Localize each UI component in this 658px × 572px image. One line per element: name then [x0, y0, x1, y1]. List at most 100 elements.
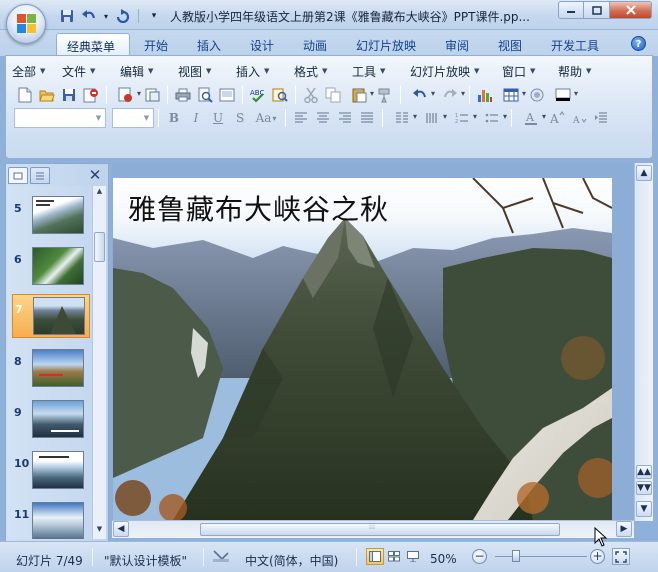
new-document-icon[interactable] [14, 85, 36, 105]
change-case-button[interactable]: Aa ▾ [251, 108, 281, 128]
menu-edit[interactable]: 编辑 ▼ [116, 62, 174, 80]
slides-pane-scrollbar[interactable]: ▲ ▼ [92, 186, 106, 539]
indent-icon[interactable] [590, 108, 612, 128]
fit-to-window-button[interactable] [612, 548, 630, 565]
open-folder-icon[interactable] [36, 85, 58, 105]
slide-thumbnail-item[interactable]: 11 [12, 500, 90, 539]
undo-dropdown-icon[interactable]: ▾ [102, 8, 110, 24]
normal-view-button[interactable] [366, 548, 384, 565]
slide-vertical-scrollbar[interactable]: ▲ ▲▲ ▼▼ ▼ [634, 163, 653, 521]
permission-icon[interactable] [80, 85, 102, 105]
print-preview-icon[interactable] [194, 85, 216, 105]
tab-slide-show[interactable]: 幻灯片放映 [346, 33, 426, 56]
spell-check-icon[interactable] [212, 549, 230, 566]
print-icon[interactable] [172, 85, 194, 105]
scroll-up-arrow-icon[interactable]: ▲ [636, 165, 652, 181]
format-painter-icon[interactable] [374, 85, 396, 105]
bullets-icon[interactable] [477, 108, 507, 128]
tab-design[interactable]: 设计 [240, 33, 284, 56]
redo-toolbar-icon[interactable] [435, 85, 465, 105]
copy-icon[interactable] [322, 85, 344, 105]
shadow-button[interactable]: S [229, 108, 251, 128]
slide-thumbnail-item[interactable]: 9 [12, 398, 90, 442]
zoom-slider-thumb[interactable] [511, 550, 520, 562]
menu-file[interactable]: 文件 ▼ [58, 62, 116, 80]
tab-review[interactable]: 审阅 [435, 33, 479, 56]
menu-slide-show[interactable]: 幻灯片放映 ▼ [406, 62, 498, 80]
slide-show-view-button[interactable] [404, 548, 422, 565]
save-file-icon[interactable] [58, 85, 80, 105]
paste-icon[interactable] [344, 85, 374, 105]
spelling-icon[interactable]: ABC [247, 85, 269, 105]
menu-view[interactable]: 视图 ▼ [174, 62, 232, 80]
font-name-select[interactable]: ▼ [14, 108, 106, 128]
align-center-icon[interactable] [312, 108, 334, 128]
normal-view-icon[interactable] [216, 85, 238, 105]
scrollbar-thumb[interactable] [200, 522, 560, 536]
next-slide-icon[interactable]: ▼▼ [636, 481, 652, 495]
close-button[interactable] [610, 1, 652, 19]
office-button[interactable] [6, 4, 46, 44]
columns-icon[interactable] [387, 108, 417, 128]
undo-icon[interactable] [80, 8, 98, 24]
numbering-icon[interactable]: 12 [447, 108, 477, 128]
minimize-button[interactable] [558, 1, 584, 19]
insert-chart-icon[interactable] [474, 85, 496, 105]
redo-icon[interactable] [114, 8, 132, 24]
zoom-in-button[interactable]: + [590, 549, 605, 564]
align-right-icon[interactable] [334, 108, 356, 128]
tab-animations[interactable]: 动画 [293, 33, 337, 56]
zoom-out-button[interactable]: − [472, 549, 487, 564]
bold-button[interactable]: B [163, 108, 185, 128]
underline-button[interactable]: U [207, 108, 229, 128]
tab-classic-menu[interactable]: 经典菜单 [56, 33, 130, 56]
shrink-font-icon[interactable]: A [568, 108, 590, 128]
clip-art-icon[interactable] [526, 85, 548, 105]
scrollbar-thumb[interactable] [94, 232, 105, 262]
font-size-select[interactable]: ▼ [112, 108, 154, 128]
scroll-down-arrow-icon[interactable]: ▼ [94, 525, 105, 536]
menu-help[interactable]: 帮助 ▼ [554, 62, 606, 80]
current-slide[interactable]: 雅鲁藏布大峡谷之秋 [113, 178, 612, 520]
zoom-level[interactable]: 50% [430, 552, 457, 566]
menu-insert[interactable]: 插入 ▼ [232, 62, 290, 80]
research-icon[interactable] [269, 85, 291, 105]
outline-tab[interactable] [30, 167, 50, 184]
slide-thumbnail-item-selected[interactable]: 7 [12, 294, 90, 338]
slides-tab[interactable] [8, 167, 28, 184]
attachment-icon[interactable] [141, 85, 163, 105]
cut-icon[interactable] [300, 85, 322, 105]
font-color-icon[interactable]: A [516, 108, 546, 128]
slide-thumbnail-item[interactable]: 10 [12, 449, 90, 493]
slide-title[interactable]: 雅鲁藏布大峡谷之秋 [128, 188, 389, 228]
justify-icon[interactable] [356, 108, 378, 128]
text-direction-icon[interactable] [417, 108, 447, 128]
align-left-icon[interactable] [290, 108, 312, 128]
close-icon[interactable]: ✕ [88, 167, 102, 183]
save-icon[interactable] [58, 8, 76, 24]
scroll-left-arrow-icon[interactable]: ◀ [113, 521, 129, 537]
menu-window[interactable]: 窗口 ▼ [498, 62, 554, 80]
scroll-right-arrow-icon[interactable]: ▶ [616, 521, 632, 537]
tab-view[interactable]: 视图 [488, 33, 532, 56]
undo-toolbar-icon[interactable] [405, 85, 435, 105]
scroll-down-arrow-icon[interactable]: ▼ [636, 501, 652, 517]
menu-all[interactable]: 全部 ▼ [8, 62, 58, 80]
menu-format[interactable]: 格式 ▼ [290, 62, 348, 80]
color-picker-icon[interactable] [548, 85, 578, 105]
italic-button[interactable]: I [185, 108, 207, 128]
help-icon[interactable]: ? [631, 36, 646, 51]
slide-sorter-view-button[interactable] [385, 548, 403, 565]
slide-horizontal-scrollbar[interactable]: ◀ ▶ [112, 520, 634, 538]
tab-developer[interactable]: 开发工具 [541, 33, 609, 56]
scroll-up-arrow-icon[interactable]: ▲ [94, 187, 105, 198]
grow-font-icon[interactable]: A [546, 108, 568, 128]
language-indicator[interactable]: 中文(简体，中国) [245, 552, 338, 569]
insert-table-icon[interactable] [496, 85, 526, 105]
tab-home[interactable]: 开始 [134, 33, 178, 56]
slide-thumbnail-item[interactable]: 8 [12, 347, 90, 391]
publish-icon[interactable] [111, 85, 141, 105]
zoom-slider-track[interactable] [495, 556, 587, 557]
tab-insert[interactable]: 插入 [187, 33, 231, 56]
customize-icon[interactable]: ▾ [145, 8, 163, 24]
